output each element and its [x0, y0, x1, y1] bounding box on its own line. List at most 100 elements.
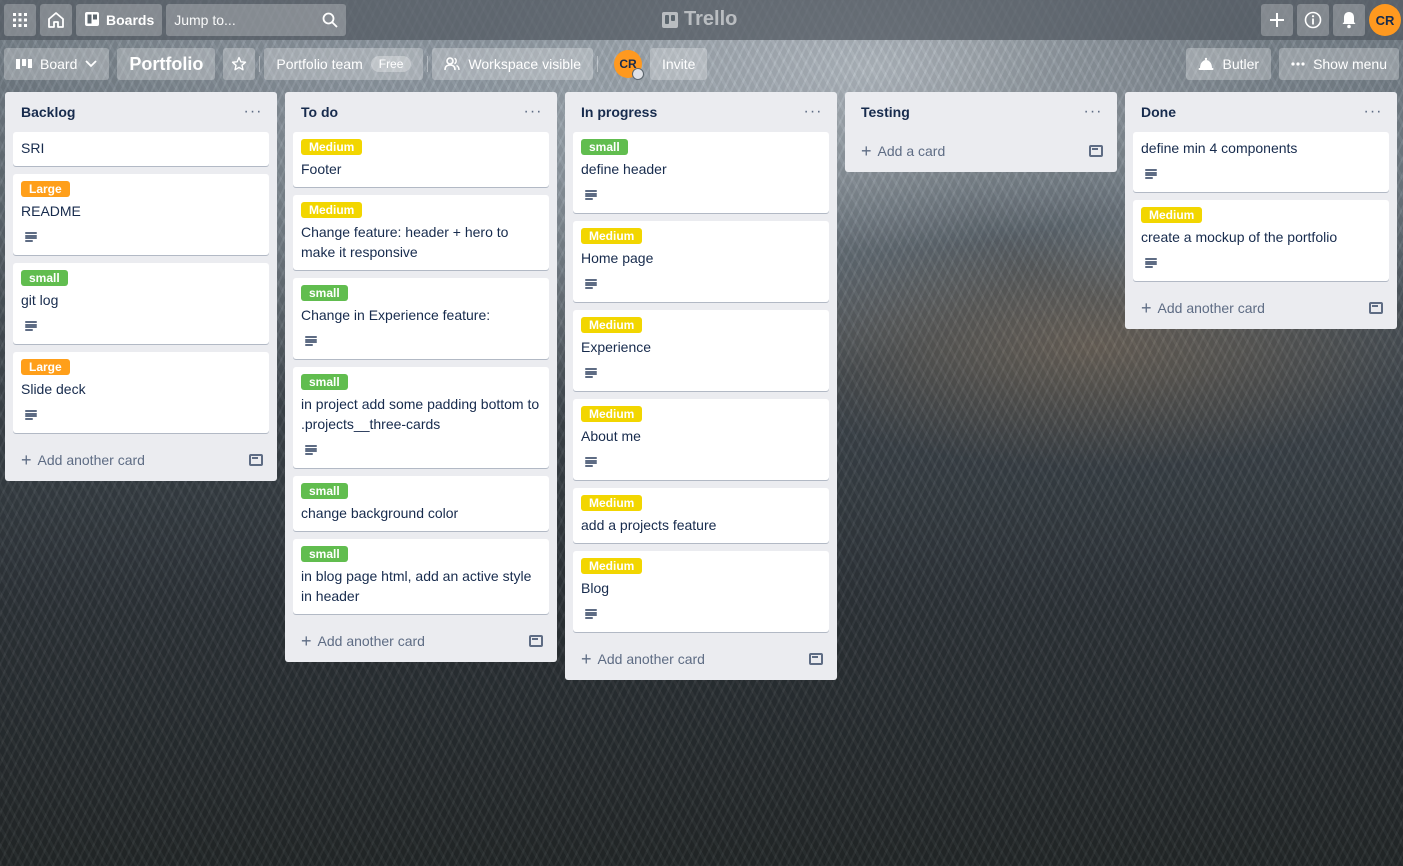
- card-template-icon[interactable]: [1369, 302, 1383, 314]
- description-icon: [305, 445, 317, 455]
- card-badges: [1141, 164, 1381, 184]
- list-title[interactable]: Backlog: [21, 104, 75, 120]
- apps-grid-icon[interactable]: [4, 4, 36, 36]
- card-title: README: [21, 203, 81, 219]
- add-card-label: Add another card: [317, 633, 425, 649]
- list-title[interactable]: Done: [1141, 104, 1176, 120]
- card[interactable]: SRI: [13, 132, 269, 166]
- list-to-do[interactable]: To do ··· Medium Footer Medium Change feature…: [285, 92, 557, 662]
- card-title: Blog: [581, 580, 610, 596]
- list-header: Testing ···: [853, 92, 1109, 132]
- card[interactable]: small Change in Experience feature:: [293, 278, 549, 359]
- card[interactable]: Medium Footer: [293, 132, 549, 187]
- card[interactable]: small in project add some padding bottom …: [293, 367, 549, 468]
- list-header: In progress ···: [573, 92, 829, 132]
- card-template-icon[interactable]: [249, 454, 263, 466]
- description-icon: [25, 321, 37, 331]
- add-card-button[interactable]: + Add another card: [301, 632, 425, 650]
- list-menu-icon[interactable]: ···: [239, 103, 267, 121]
- add-card-button[interactable]: + Add another card: [21, 451, 145, 469]
- visibility-button[interactable]: Workspace visible: [432, 48, 593, 80]
- show-menu-button[interactable]: Show menu: [1279, 48, 1399, 80]
- list-backlog[interactable]: Backlog ··· SRI Large README small git log Larg…: [5, 92, 277, 481]
- card[interactable]: Medium add a projects feature: [573, 488, 829, 543]
- card-title: in blog page html, add an active style i…: [301, 568, 532, 604]
- trello-logo[interactable]: Trello: [662, 8, 737, 31]
- description-icon: [585, 368, 597, 378]
- board-title[interactable]: Portfolio: [117, 48, 216, 80]
- list-footer: + Add another card: [293, 622, 549, 660]
- butler-button[interactable]: Butler: [1186, 48, 1272, 80]
- add-card-button[interactable]: + Add another card: [581, 650, 705, 668]
- card-template-icon[interactable]: [809, 653, 823, 665]
- member-avatar[interactable]: CR: [613, 50, 644, 80]
- card-template-icon[interactable]: [1089, 145, 1103, 157]
- plus-icon: +: [21, 450, 32, 470]
- description-icon: [585, 190, 597, 200]
- search-input[interactable]: Jump to...: [166, 4, 347, 36]
- list-in-progress[interactable]: In progress ··· small define header Medium Ho…: [565, 92, 837, 680]
- home-button[interactable]: [40, 4, 72, 36]
- card[interactable]: small define header: [573, 132, 829, 213]
- card-badges: [581, 274, 821, 294]
- search-placeholder: Jump to...: [174, 12, 236, 28]
- card[interactable]: small change background color: [293, 476, 549, 531]
- list-menu-icon[interactable]: ···: [1079, 103, 1107, 121]
- list-header: Backlog ···: [13, 92, 269, 132]
- card[interactable]: small in blog page html, add an active st…: [293, 539, 549, 614]
- list-menu-icon[interactable]: ···: [799, 103, 827, 121]
- more-dots-icon: [1291, 62, 1305, 66]
- card-title: change background color: [301, 505, 459, 521]
- card[interactable]: Medium Home page: [573, 221, 829, 302]
- card-template-icon[interactable]: [529, 635, 543, 647]
- card[interactable]: Large Slide deck: [13, 352, 269, 433]
- info-button[interactable]: [1297, 4, 1329, 36]
- workspace-button[interactable]: Portfolio team Free: [264, 48, 424, 80]
- card[interactable]: small git log: [13, 263, 269, 344]
- create-button[interactable]: [1261, 4, 1293, 36]
- star-icon: [232, 56, 247, 71]
- description-icon: [585, 609, 597, 619]
- star-button[interactable]: [223, 48, 256, 80]
- card[interactable]: Medium Change feature: header + hero to m…: [293, 195, 549, 270]
- description-icon: [25, 232, 37, 242]
- card[interactable]: Medium Experience: [573, 310, 829, 391]
- board-view-switcher[interactable]: Board: [4, 48, 110, 80]
- card-label: Medium: [581, 317, 643, 333]
- card[interactable]: Medium Blog: [573, 551, 829, 632]
- list-menu-icon[interactable]: ···: [519, 103, 547, 121]
- card[interactable]: Medium create a mockup of the portfolio: [1133, 200, 1389, 281]
- list-title[interactable]: To do: [301, 104, 338, 120]
- trello-logo-icon: [662, 11, 678, 28]
- card[interactable]: Large README: [13, 174, 269, 255]
- card-label: Medium: [301, 202, 363, 218]
- card-title: About me: [581, 428, 641, 444]
- user-avatar[interactable]: CR: [1369, 4, 1401, 36]
- card-badges: [301, 331, 541, 351]
- invite-button[interactable]: Invite: [649, 48, 708, 80]
- card-title: define header: [581, 161, 667, 177]
- list-done[interactable]: Done ··· define min 4 components Medium crea…: [1125, 92, 1397, 329]
- card-badges: [581, 452, 821, 472]
- card-label: small: [301, 483, 348, 499]
- card-title: Footer: [301, 161, 342, 177]
- info-icon: [1304, 11, 1322, 29]
- list-title[interactable]: In progress: [581, 104, 657, 120]
- card-title: Slide deck: [21, 381, 86, 397]
- card[interactable]: define min 4 components: [1133, 132, 1389, 192]
- list-title[interactable]: Testing: [861, 104, 910, 120]
- add-card-button[interactable]: + Add another card: [1141, 299, 1265, 317]
- plan-badge: Free: [370, 56, 412, 72]
- card[interactable]: Medium About me: [573, 399, 829, 480]
- list-footer: + Add another card: [13, 441, 269, 479]
- boards-button[interactable]: Boards: [76, 4, 163, 36]
- card-badges: [21, 227, 261, 247]
- card-badges: [21, 405, 261, 425]
- notifications-button[interactable]: [1333, 4, 1365, 36]
- card-label: Large: [21, 359, 70, 375]
- list-testing[interactable]: Testing ··· + Add a card: [845, 92, 1117, 172]
- card-title: Home page: [581, 250, 654, 266]
- add-card-label: Add a card: [877, 143, 946, 159]
- add-card-button[interactable]: + Add a card: [861, 142, 945, 160]
- list-menu-icon[interactable]: ···: [1359, 103, 1387, 121]
